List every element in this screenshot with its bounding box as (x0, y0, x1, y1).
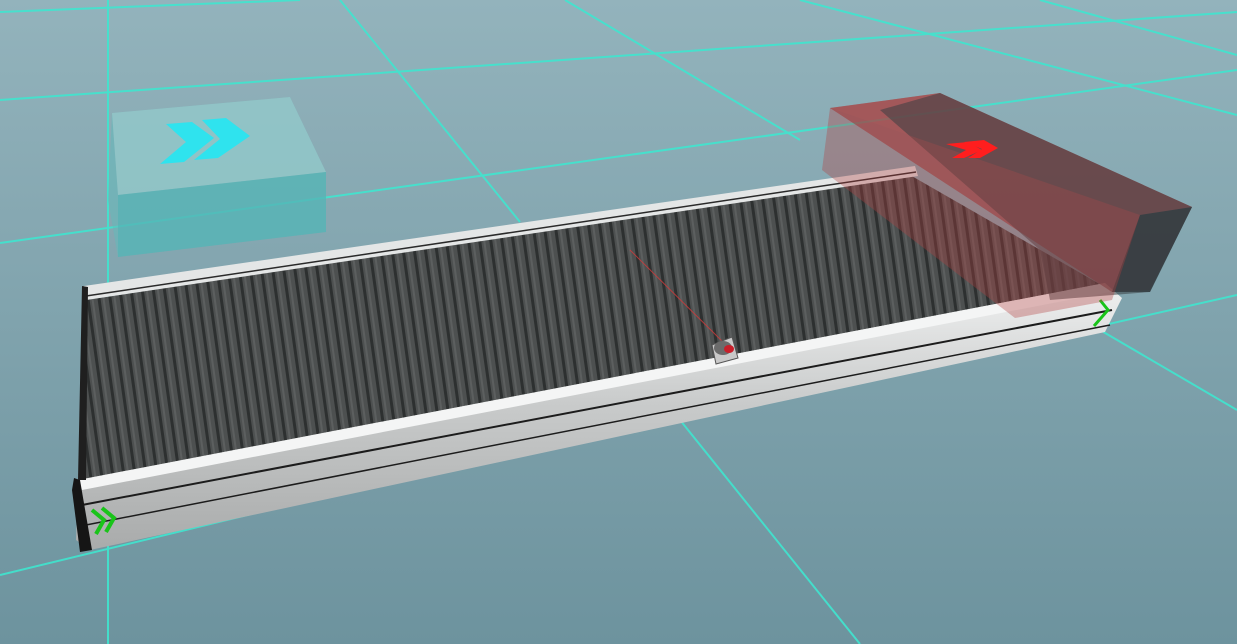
source-block[interactable] (108, 97, 326, 257)
factory-simulation-viewport[interactable] (0, 0, 1237, 644)
